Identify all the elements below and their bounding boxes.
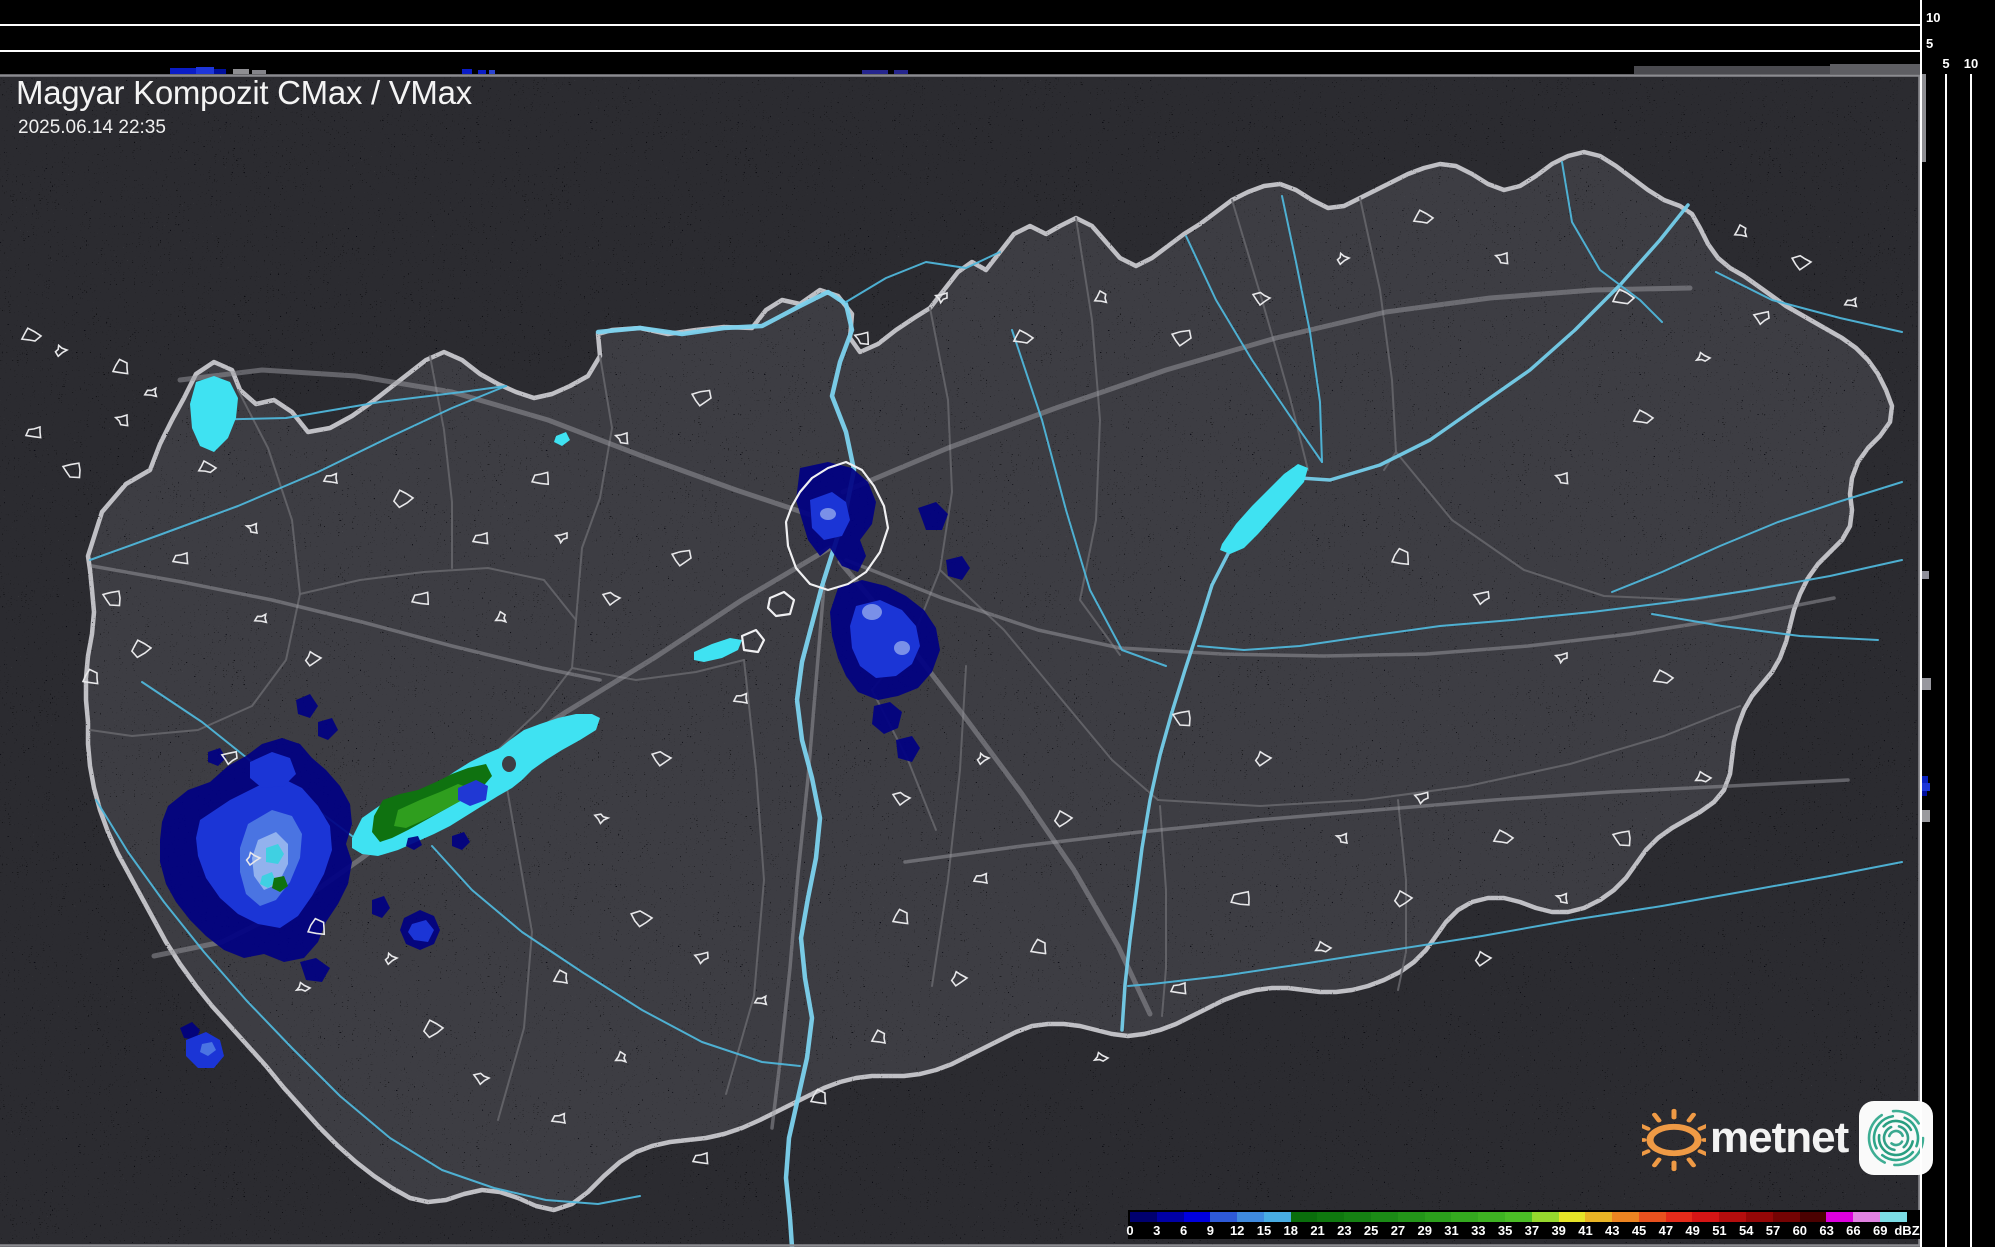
right-height-profile (1921, 0, 1995, 1247)
legend-value: 23 (1337, 1223, 1352, 1238)
legend-value: 25 (1363, 1223, 1379, 1238)
top-profile-echo-bar (489, 70, 495, 74)
metnet-app-icon (1859, 1101, 1934, 1175)
legend-cell (1692, 1212, 1720, 1222)
legend-value: 63 (1819, 1223, 1834, 1238)
top-profile-echo-bar (478, 70, 486, 74)
legend-cell (1478, 1212, 1505, 1222)
legend-value: 6 (1179, 1223, 1188, 1238)
legend-cell (1237, 1212, 1264, 1222)
legend-cell (1558, 1212, 1586, 1222)
legend-value: 21 (1310, 1223, 1325, 1238)
top-profile-5km-line (0, 50, 1921, 52)
panel-separator (1920, 0, 1922, 1247)
top-profile-echo-bar (894, 70, 908, 74)
legend-cell (1799, 1212, 1827, 1222)
legend-value: 33 (1471, 1223, 1486, 1238)
legend-cell (1879, 1212, 1907, 1222)
page-title: Magyar Kompozit CMax / VMax (16, 74, 472, 111)
legend-unit: dBZ (1894, 1223, 1920, 1238)
legend-value: 39 (1551, 1223, 1566, 1238)
legend-value: 54 (1739, 1223, 1754, 1238)
right-axis-tick-10: 10 (1963, 56, 1979, 71)
legend-value: 60 (1792, 1223, 1808, 1238)
legend-cell (1371, 1212, 1398, 1222)
right-profile-echo-bar (1922, 678, 1931, 690)
legend-cell (1745, 1212, 1773, 1222)
timestamp: 2025.06.14 22:35 (18, 117, 166, 138)
right-axis-tick-5: 5 (1942, 56, 1950, 71)
legend-value: 9 (1206, 1223, 1214, 1238)
radar-map (0, 74, 1921, 1247)
legend-cell (1853, 1212, 1880, 1222)
top-profile-echo-bar (1634, 66, 1830, 74)
right-profile-echo-bar (1922, 776, 1928, 783)
legend-cell (1156, 1212, 1184, 1222)
top-profile-10km-line (0, 24, 1921, 26)
legend-cell (1531, 1212, 1559, 1222)
legend-cell (1772, 1212, 1800, 1222)
metnet-logo: metnet (1642, 1098, 1934, 1178)
metnet-wordmark: metnet (1710, 1113, 1849, 1162)
sun-icon (1642, 1108, 1706, 1172)
legend-cell (1504, 1212, 1532, 1222)
legend-value: 43 (1605, 1223, 1620, 1238)
legend-value: 47 (1658, 1223, 1674, 1238)
legend-cell (1424, 1212, 1452, 1222)
dbz-legend: 0 3 6 9 12 15 18 21 23 25 27 29 31 33 35 37 39 41 43 45 47 49… (1126, 1210, 1921, 1239)
top-profile-echo-bar (196, 67, 214, 74)
legend-cell (1317, 1212, 1345, 1222)
legend-cell (1130, 1212, 1157, 1222)
legend-value: 66 (1846, 1223, 1861, 1238)
dbz-color-strip (1130, 1212, 1907, 1222)
legend-cell (1397, 1212, 1425, 1222)
legend-value: 69 (1872, 1223, 1888, 1238)
legend-cell (1612, 1212, 1639, 1222)
right-profile-echo-bar (1922, 810, 1930, 822)
right-profile-5km-line (1945, 74, 1947, 1247)
legend-value: 12 (1229, 1223, 1245, 1238)
terrain-relief (0, 75, 1921, 1247)
legend-cell (1451, 1212, 1479, 1222)
legend-value: 18 (1283, 1223, 1298, 1238)
tihany-peninsula (502, 756, 516, 772)
legend-value: 27 (1390, 1223, 1406, 1238)
legend-value: 57 (1765, 1223, 1781, 1238)
legend-cell (1665, 1212, 1693, 1222)
legend-value: 3 (1153, 1223, 1161, 1238)
legend-value: 29 (1417, 1223, 1432, 1238)
top-height-profile (0, 0, 1921, 74)
legend-cell (1585, 1212, 1613, 1222)
top-axis-tick-5: 5 (1926, 36, 1934, 51)
legend-value: 49 (1685, 1223, 1700, 1238)
legend-value: 51 (1712, 1223, 1727, 1238)
top-axis-tick-10: 10 (1926, 10, 1941, 25)
right-profile-echo-bar (1922, 791, 1927, 796)
legend-value: 37 (1524, 1223, 1540, 1238)
legend-cell (1719, 1212, 1746, 1222)
legend-cell (1638, 1212, 1666, 1222)
legend-value: 45 (1631, 1223, 1647, 1238)
legend-cell (1344, 1212, 1372, 1222)
right-profile-10km-line (1970, 74, 1972, 1247)
legend-value: 41 (1578, 1223, 1593, 1238)
legend-value: 31 (1444, 1223, 1459, 1238)
legend-cell (1210, 1212, 1238, 1222)
legend-value: 0 (1126, 1223, 1134, 1238)
legend-cell (1290, 1212, 1318, 1222)
legend-cell (1826, 1212, 1854, 1222)
legend-value: 35 (1497, 1223, 1513, 1238)
legend-value: 15 (1256, 1223, 1272, 1238)
top-profile-echo-bar (1830, 64, 1920, 74)
legend-cell (1263, 1212, 1291, 1222)
radar-display: 10 5 5 10 Magyar Kompozit CMax / VMax 20… (0, 0, 1995, 1247)
right-profile-echo-bar (1922, 571, 1929, 579)
right-profile-echo-bar (1922, 783, 1930, 791)
legend-cell (1183, 1212, 1211, 1222)
top-profile-echo-bar (862, 70, 888, 74)
